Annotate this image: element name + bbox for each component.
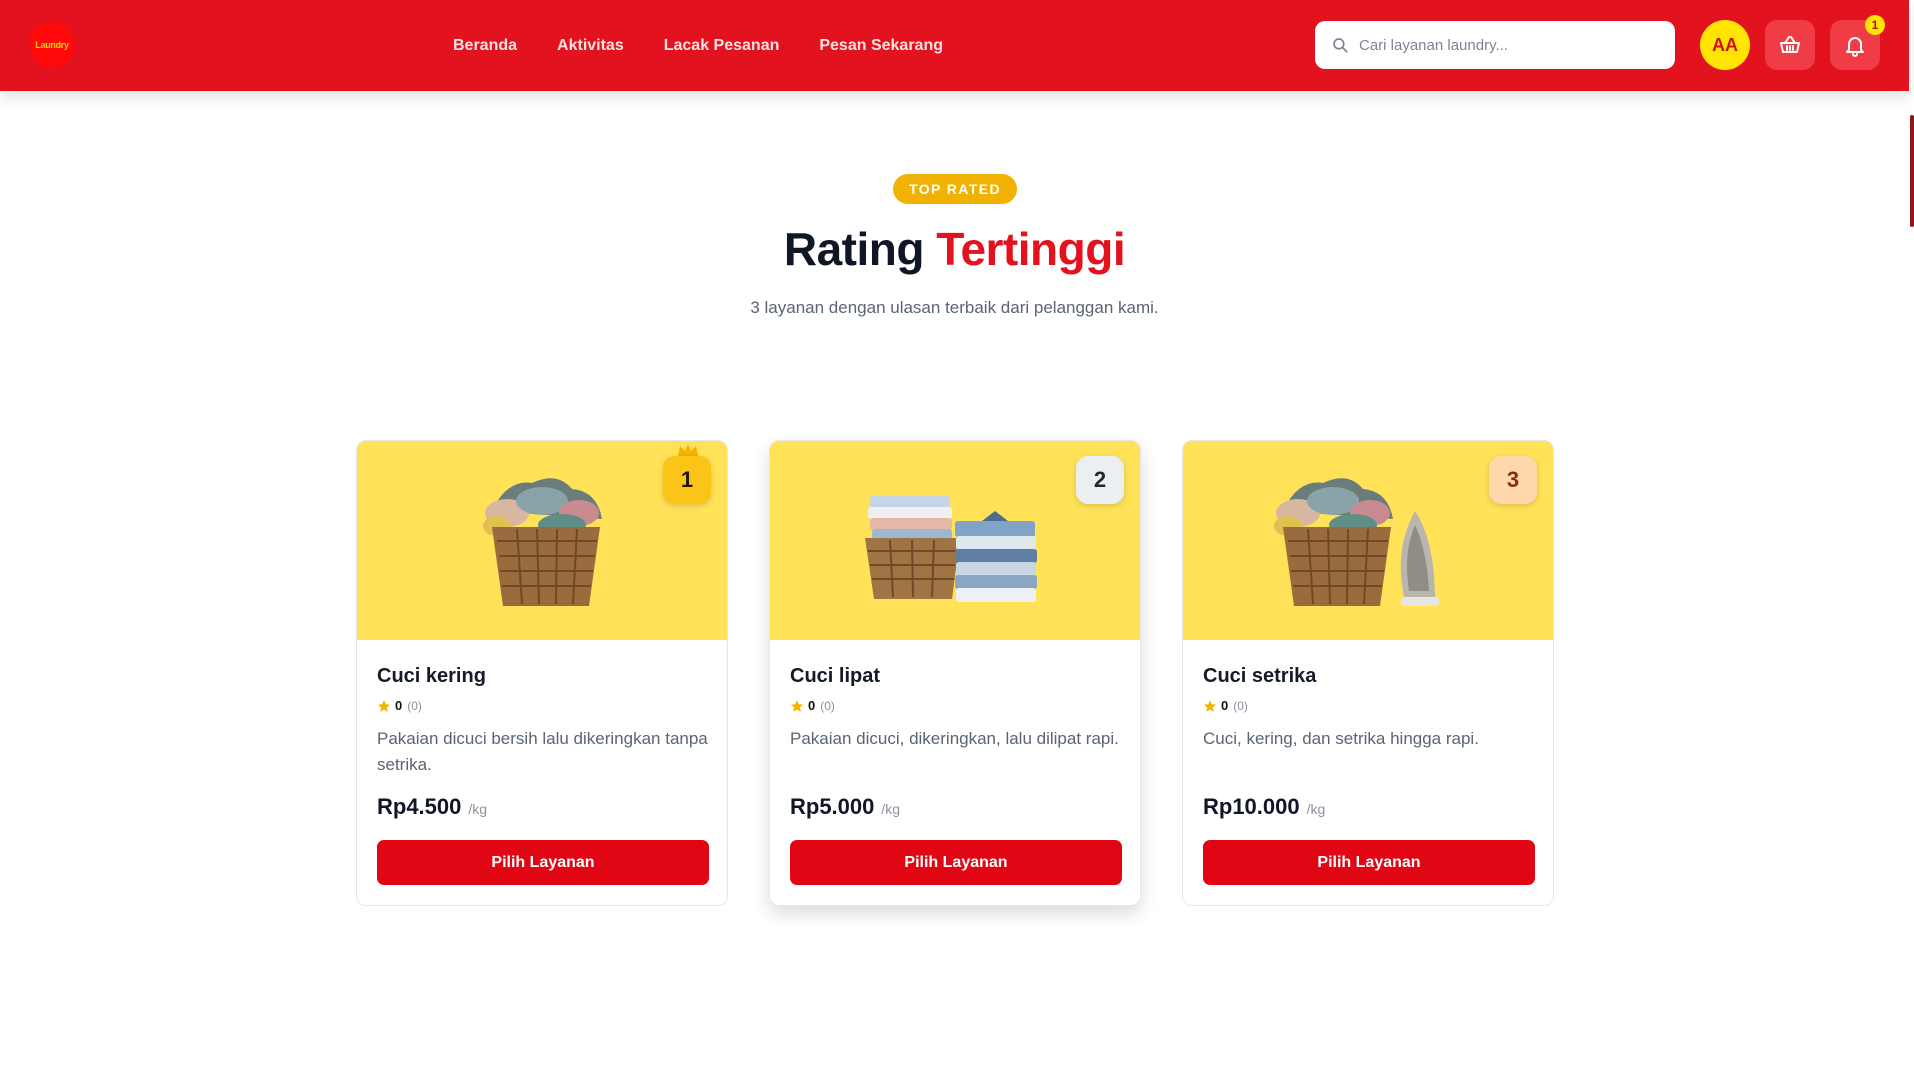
service-card-cuci-kering: 1 Cuci kering 0 (0) Pakaian dicuci bersi…	[356, 440, 728, 906]
star-icon	[790, 699, 804, 712]
main-nav: Beranda Aktivitas Lacak Pesanan Pesan Se…	[453, 0, 943, 91]
service-rating: 0 (0)	[1203, 698, 1535, 713]
search-box	[1315, 21, 1675, 69]
card-body: Cuci setrika 0 (0) Cuci, kering, dan set…	[1203, 640, 1535, 820]
rating-score: 0	[1221, 698, 1229, 713]
price-amount: Rp4.500	[377, 794, 462, 819]
nav-link-beranda[interactable]: Beranda	[453, 37, 517, 55]
section-title: Rating Tertinggi	[0, 222, 1909, 276]
service-title: Cuci lipat	[790, 665, 881, 687]
rating-count: (0)	[407, 698, 422, 713]
brand-logo[interactable]: Laundry	[29, 22, 75, 68]
service-price: Rp10.000 /kg	[1203, 794, 1535, 820]
choose-service-button[interactable]: Pilih Layanan	[377, 840, 709, 885]
nav-link-pesan-sekarang[interactable]: Pesan Sekarang	[819, 37, 943, 55]
bell-icon	[1846, 37, 1864, 57]
section-subtitle: 3 layanan dengan ulasan terbaik dari pel…	[750, 298, 1159, 317]
price-amount: Rp10.000	[1203, 794, 1300, 819]
rating-count: (0)	[820, 698, 835, 713]
price-unit: /kg	[468, 801, 488, 817]
service-card-cuci-setrika: 3 Cuci setrika 0 (0) Cuci, kering, dan s…	[1182, 440, 1554, 906]
rating-count: (0)	[1233, 698, 1248, 713]
top-navbar: Laundry Beranda Aktivitas Lacak Pesanan …	[0, 0, 1909, 91]
price-unit: /kg	[881, 801, 901, 817]
scrollbar-thumb[interactable]	[1910, 115, 1914, 227]
service-description: Pakaian dicuci, dikeringkan, lalu dilipa…	[790, 729, 1119, 748]
rank-badge: 2	[1076, 456, 1124, 504]
top-rated-badge: TOP RATED	[893, 174, 1017, 204]
star-icon	[377, 699, 391, 712]
service-card-cuci-lipat: 2 Cuci lipat 0 (0) Pakaian dicuci, diker…	[769, 440, 1141, 906]
cart-button[interactable]	[1765, 20, 1815, 70]
nav-link-lacak-pesanan[interactable]: Lacak Pesanan	[664, 37, 780, 55]
choose-service-button[interactable]: Pilih Layanan	[790, 840, 1122, 885]
service-title: Cuci kering	[377, 665, 486, 687]
search-input[interactable]	[1359, 36, 1659, 54]
nav-link-aktivitas[interactable]: Aktivitas	[557, 37, 624, 55]
service-rating: 0 (0)	[377, 698, 709, 713]
price-amount: Rp5.000	[790, 794, 875, 819]
basket-icon	[1780, 36, 1800, 53]
choose-service-button[interactable]: Pilih Layanan	[1203, 840, 1535, 885]
brand-logo-text: Laundry	[35, 40, 69, 50]
service-description: Pakaian dicuci bersih lalu dikeringkan t…	[377, 729, 708, 774]
service-rating: 0 (0)	[790, 698, 1122, 713]
rating-score: 0	[395, 698, 403, 713]
card-body: Cuci kering 0 (0) Pakaian dicuci bersih …	[377, 640, 709, 820]
price-unit: /kg	[1306, 801, 1326, 817]
service-price: Rp5.000 /kg	[790, 794, 1122, 820]
section-title-main: Rating	[783, 223, 925, 275]
search-icon	[1333, 38, 1348, 53]
section-title-accent: Tertinggi	[936, 223, 1126, 275]
service-price: Rp4.500 /kg	[377, 794, 709, 820]
service-title: Cuci setrika	[1203, 665, 1317, 687]
user-avatar[interactable]: AA	[1700, 20, 1750, 70]
star-icon	[1203, 699, 1217, 712]
notification-count-badge: 1	[1865, 15, 1885, 35]
rank-badge: 3	[1489, 456, 1537, 504]
rank-badge: 1	[663, 456, 711, 504]
rating-score: 0	[808, 698, 816, 713]
card-body: Cuci lipat 0 (0) Pakaian dicuci, dikerin…	[790, 640, 1122, 820]
service-description: Cuci, kering, dan setrika hingga rapi.	[1203, 729, 1479, 748]
crown-icon	[678, 444, 698, 456]
